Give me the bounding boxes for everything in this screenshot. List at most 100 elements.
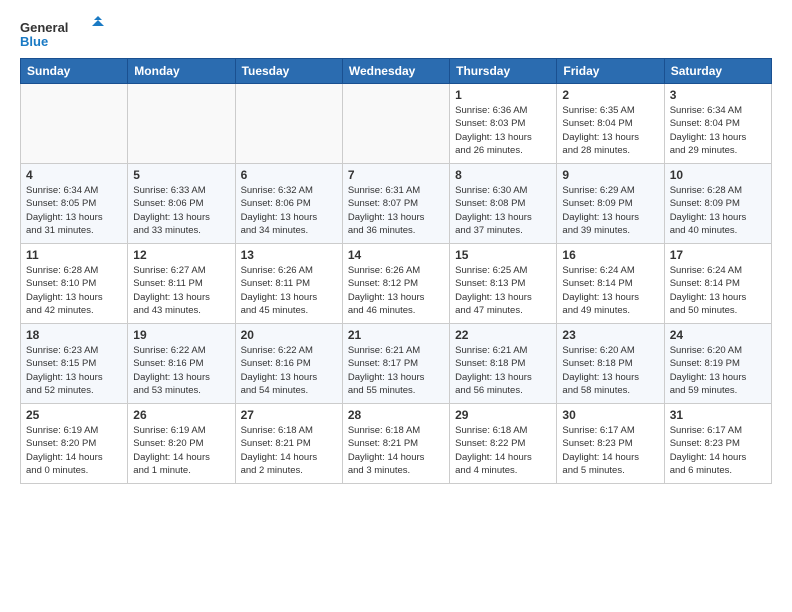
logo: General Blue <box>20 16 110 52</box>
day-info: Sunrise: 6:27 AMSunset: 8:11 PMDaylight:… <box>133 264 229 317</box>
day-info: Sunrise: 6:22 AMSunset: 8:16 PMDaylight:… <box>133 344 229 397</box>
calendar-cell: 30 Sunrise: 6:17 AMSunset: 8:23 PMDayligh… <box>557 404 664 484</box>
day-info: Sunrise: 6:18 AMSunset: 8:21 PMDaylight:… <box>348 424 444 477</box>
calendar-cell: 19 Sunrise: 6:22 AMSunset: 8:16 PMDayligh… <box>128 324 235 404</box>
day-number: 27 <box>241 408 337 422</box>
calendar-week-row: 25 Sunrise: 6:19 AMSunset: 8:20 PMDayligh… <box>21 404 772 484</box>
day-info: Sunrise: 6:21 AMSunset: 8:17 PMDaylight:… <box>348 344 444 397</box>
calendar-cell: 4Sunrise: 6:34 AMSunset: 8:05 PMDaylight… <box>21 164 128 244</box>
day-number: 22 <box>455 328 551 342</box>
calendar-cell: 28 Sunrise: 6:18 AMSunset: 8:21 PMDayligh… <box>342 404 449 484</box>
day-info: Sunrise: 6:30 AMSunset: 8:08 PMDaylight:… <box>455 184 551 237</box>
weekday-header-sunday: Sunday <box>21 59 128 84</box>
weekday-header-tuesday: Tuesday <box>235 59 342 84</box>
day-number: 25 <box>26 408 122 422</box>
calendar-cell: 17 Sunrise: 6:24 AMSunset: 8:14 PMDayligh… <box>664 244 771 324</box>
calendar-cell: 16 Sunrise: 6:24 AMSunset: 8:14 PMDayligh… <box>557 244 664 324</box>
day-info: Sunrise: 6:20 AMSunset: 8:19 PMDaylight:… <box>670 344 766 397</box>
weekday-header-wednesday: Wednesday <box>342 59 449 84</box>
weekday-header-friday: Friday <box>557 59 664 84</box>
calendar-cell: 31 Sunrise: 6:17 AMSunset: 8:23 PMDayligh… <box>664 404 771 484</box>
calendar-cell: 7 Sunrise: 6:31 AMSunset: 8:07 PMDaylight… <box>342 164 449 244</box>
day-number: 6 <box>241 168 337 182</box>
day-number: 1 <box>455 88 551 102</box>
logo-svg: General Blue <box>20 16 110 52</box>
calendar-cell: 10 Sunrise: 6:28 AMSunset: 8:09 PMDayligh… <box>664 164 771 244</box>
calendar-cell <box>128 84 235 164</box>
day-info: Sunrise: 6:26 AMSunset: 8:12 PMDaylight:… <box>348 264 444 317</box>
calendar-cell: 6 Sunrise: 6:32 AMSunset: 8:06 PMDaylight… <box>235 164 342 244</box>
day-info: Sunrise: 6:28 AMSunset: 8:10 PMDaylight:… <box>26 264 122 317</box>
page: General Blue SundayMondayTuesdayWednesda… <box>0 0 792 494</box>
day-info: Sunrise: 6:21 AMSunset: 8:18 PMDaylight:… <box>455 344 551 397</box>
day-info: Sunrise: 6:19 AMSunset: 8:20 PMDaylight:… <box>133 424 229 477</box>
calendar-cell: 12 Sunrise: 6:27 AMSunset: 8:11 PMDayligh… <box>128 244 235 324</box>
day-number: 7 <box>348 168 444 182</box>
weekday-header-row: SundayMondayTuesdayWednesdayThursdayFrid… <box>21 59 772 84</box>
calendar-cell: 23Sunrise: 6:20 AMSunset: 8:18 PMDayligh… <box>557 324 664 404</box>
day-info: Sunrise: 6:23 AMSunset: 8:15 PMDaylight:… <box>26 344 122 397</box>
day-number: 2 <box>562 88 658 102</box>
calendar-cell <box>342 84 449 164</box>
day-info: Sunrise: 6:26 AMSunset: 8:11 PMDaylight:… <box>241 264 337 317</box>
calendar-cell: 3Sunrise: 6:34 AMSunset: 8:04 PMDaylight… <box>664 84 771 164</box>
day-number: 14 <box>348 248 444 262</box>
day-number: 30 <box>562 408 658 422</box>
calendar-cell <box>21 84 128 164</box>
day-info: Sunrise: 6:34 AMSunset: 8:05 PMDaylight:… <box>26 184 122 237</box>
day-info: Sunrise: 6:35 AMSunset: 8:04 PMDaylight:… <box>562 104 658 157</box>
day-info: Sunrise: 6:19 AMSunset: 8:20 PMDaylight:… <box>26 424 122 477</box>
day-number: 28 <box>348 408 444 422</box>
day-number: 3 <box>670 88 766 102</box>
calendar-cell: 24 Sunrise: 6:20 AMSunset: 8:19 PMDayligh… <box>664 324 771 404</box>
day-number: 12 <box>133 248 229 262</box>
calendar-cell: 27 Sunrise: 6:18 AMSunset: 8:21 PMDayligh… <box>235 404 342 484</box>
weekday-header-thursday: Thursday <box>450 59 557 84</box>
calendar-cell: 1Sunrise: 6:36 AMSunset: 8:03 PMDaylight… <box>450 84 557 164</box>
weekday-header-saturday: Saturday <box>664 59 771 84</box>
day-number: 31 <box>670 408 766 422</box>
day-info: Sunrise: 6:17 AMSunset: 8:23 PMDaylight:… <box>562 424 658 477</box>
day-info: Sunrise: 6:32 AMSunset: 8:06 PMDaylight:… <box>241 184 337 237</box>
day-number: 21 <box>348 328 444 342</box>
day-number: 29 <box>455 408 551 422</box>
weekday-header-monday: Monday <box>128 59 235 84</box>
day-number: 10 <box>670 168 766 182</box>
calendar-cell: 14 Sunrise: 6:26 AMSunset: 8:12 PMDayligh… <box>342 244 449 324</box>
day-info: Sunrise: 6:20 AMSunset: 8:18 PMDaylight:… <box>562 344 658 397</box>
day-info: Sunrise: 6:25 AMSunset: 8:13 PMDaylight:… <box>455 264 551 317</box>
calendar-cell: 8 Sunrise: 6:30 AMSunset: 8:08 PMDaylight… <box>450 164 557 244</box>
day-number: 8 <box>455 168 551 182</box>
calendar-week-row: 1Sunrise: 6:36 AMSunset: 8:03 PMDaylight… <box>21 84 772 164</box>
calendar-cell: 2 Sunrise: 6:35 AMSunset: 8:04 PMDaylight… <box>557 84 664 164</box>
calendar-cell: 11 Sunrise: 6:28 AMSunset: 8:10 PMDayligh… <box>21 244 128 324</box>
day-number: 9 <box>562 168 658 182</box>
day-info: Sunrise: 6:31 AMSunset: 8:07 PMDaylight:… <box>348 184 444 237</box>
day-number: 16 <box>562 248 658 262</box>
day-number: 5 <box>133 168 229 182</box>
header: General Blue <box>20 16 772 52</box>
day-info: Sunrise: 6:24 AMSunset: 8:14 PMDaylight:… <box>670 264 766 317</box>
day-number: 15 <box>455 248 551 262</box>
calendar-cell: 9 Sunrise: 6:29 AMSunset: 8:09 PMDaylight… <box>557 164 664 244</box>
calendar-cell: 22 Sunrise: 6:21 AMSunset: 8:18 PMDayligh… <box>450 324 557 404</box>
calendar-cell: 26 Sunrise: 6:19 AMSunset: 8:20 PMDayligh… <box>128 404 235 484</box>
calendar-cell: 25 Sunrise: 6:19 AMSunset: 8:20 PMDayligh… <box>21 404 128 484</box>
calendar-cell: 18 Sunrise: 6:23 AMSunset: 8:15 PMDayligh… <box>21 324 128 404</box>
day-number: 18 <box>26 328 122 342</box>
day-info: Sunrise: 6:24 AMSunset: 8:14 PMDaylight:… <box>562 264 658 317</box>
day-info: Sunrise: 6:17 AMSunset: 8:23 PMDaylight:… <box>670 424 766 477</box>
day-number: 24 <box>670 328 766 342</box>
day-number: 19 <box>133 328 229 342</box>
svg-text:General: General <box>20 20 68 35</box>
day-info: Sunrise: 6:18 AMSunset: 8:21 PMDaylight:… <box>241 424 337 477</box>
day-info: Sunrise: 6:29 AMSunset: 8:09 PMDaylight:… <box>562 184 658 237</box>
day-number: 17 <box>670 248 766 262</box>
calendar-cell: 29Sunrise: 6:18 AMSunset: 8:22 PMDayligh… <box>450 404 557 484</box>
day-number: 20 <box>241 328 337 342</box>
calendar-cell: 5 Sunrise: 6:33 AMSunset: 8:06 PMDaylight… <box>128 164 235 244</box>
day-info: Sunrise: 6:28 AMSunset: 8:09 PMDaylight:… <box>670 184 766 237</box>
day-number: 11 <box>26 248 122 262</box>
day-number: 26 <box>133 408 229 422</box>
day-info: Sunrise: 6:33 AMSunset: 8:06 PMDaylight:… <box>133 184 229 237</box>
